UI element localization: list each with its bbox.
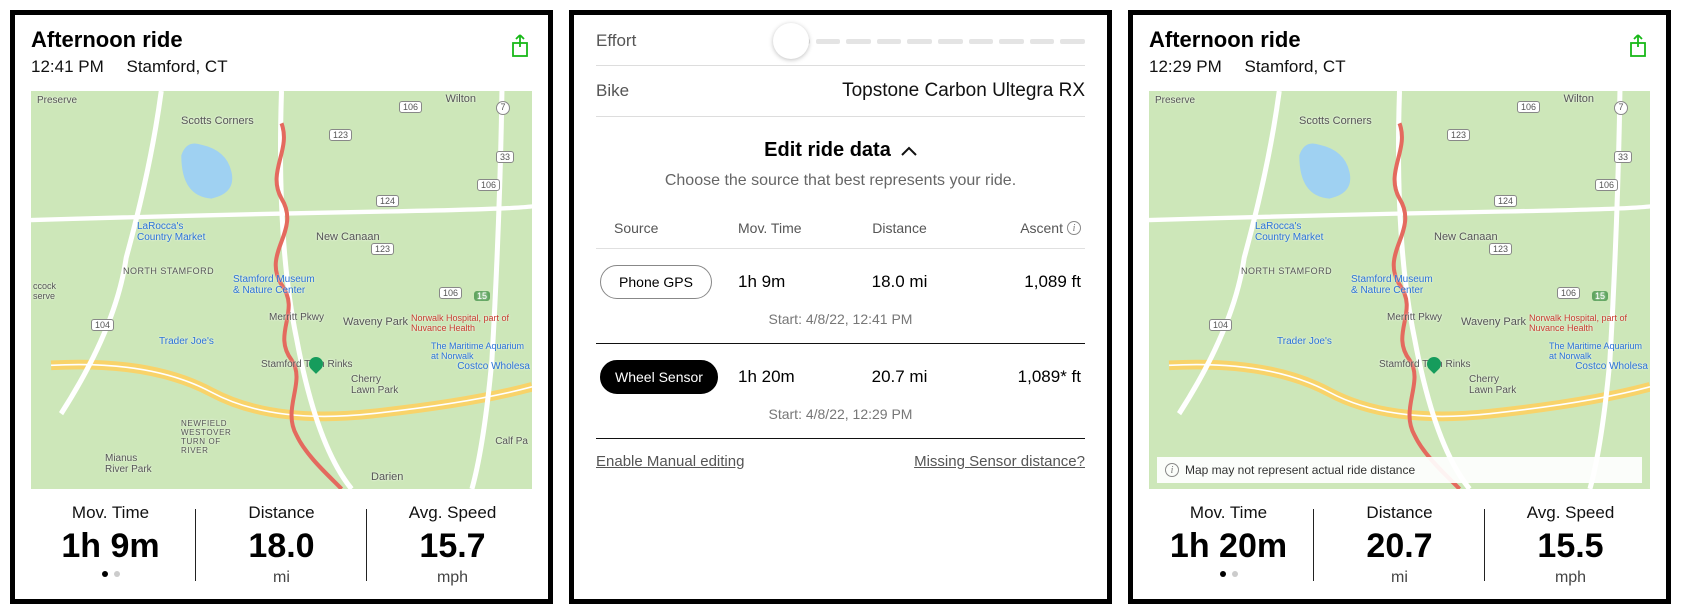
ascent-header: Ascent i	[971, 220, 1081, 236]
bike-row[interactable]: Bike Topstone Carbon Ultegra RX	[596, 66, 1085, 117]
ride-card-right: Afternoon ride 12:29 PM Stamford, CT Pre…	[1128, 10, 1671, 604]
bike-value: Topstone Carbon Ultegra RX	[842, 80, 1085, 102]
source-pill[interactable]: Phone GPS	[600, 265, 712, 299]
effort-label: Effort	[596, 31, 636, 51]
ride-time: 12:41 PM	[31, 57, 104, 76]
start-time: Start: 4/8/22, 12:41 PM	[600, 311, 1081, 327]
slider-thumb[interactable]	[773, 23, 809, 59]
stat-distance: Distance 20.7 mi	[1314, 503, 1485, 587]
start-time: Start: 4/8/22, 12:29 PM	[600, 406, 1081, 422]
ride-map[interactable]: Preserve Wilton Scotts Corners New Canaa…	[31, 91, 532, 489]
stat-speed: Avg. Speed 15.5 mph	[1485, 503, 1656, 587]
ride-title: Afternoon ride	[1149, 27, 1650, 53]
edit-ride-toggle[interactable]: Edit ride data	[596, 117, 1085, 172]
enable-manual-link[interactable]: Enable Manual editing	[596, 453, 744, 470]
effort-slider[interactable]	[785, 39, 1085, 44]
missing-sensor-link[interactable]: Missing Sensor distance?	[914, 453, 1085, 470]
ride-card-left: Afternoon ride 12:41 PM Stamford, CT Pre…	[10, 10, 553, 604]
pager-dots[interactable]	[25, 571, 196, 577]
edit-subtext: Choose the source that best represents y…	[596, 172, 1085, 190]
ride-subline: 12:29 PM Stamford, CT	[1149, 57, 1650, 77]
bike-label: Bike	[596, 81, 629, 101]
map-disclaimer: i Map may not represent actual ride dist…	[1157, 457, 1642, 483]
stat-moving-time: Mov. Time 1h 9m	[25, 503, 196, 587]
ride-title: Afternoon ride	[31, 27, 532, 53]
ride-header: Afternoon ride 12:41 PM Stamford, CT	[15, 15, 548, 85]
info-icon: i	[1165, 463, 1179, 477]
pager-dots[interactable]	[1143, 571, 1314, 577]
source-table-header: Source Mov. Time Distance Ascent i	[596, 208, 1085, 249]
ride-map[interactable]: Preserve Wilton Scotts Corners New Canaa…	[1149, 91, 1650, 489]
share-icon[interactable]	[1626, 33, 1650, 64]
share-icon[interactable]	[508, 33, 532, 64]
ride-time: 12:29 PM	[1149, 57, 1222, 76]
source-pill-selected[interactable]: Wheel Sensor	[600, 360, 718, 394]
source-row-phone-gps[interactable]: Phone GPS 1h 9m 18.0 mi 1,089 ft Start: …	[596, 249, 1085, 344]
ride-header: Afternoon ride 12:29 PM Stamford, CT	[1133, 15, 1666, 85]
chevron-up-icon	[901, 139, 917, 162]
effort-row: Effort	[596, 29, 1085, 66]
pin-icon	[1424, 354, 1444, 374]
ride-location: Stamford, CT	[1245, 57, 1346, 76]
stat-moving-time: Mov. Time 1h 20m	[1143, 503, 1314, 587]
source-row-wheel-sensor[interactable]: Wheel Sensor 1h 20m 20.7 mi 1,089* ft St…	[596, 344, 1085, 439]
ride-stats: Mov. Time 1h 20m Distance 20.7 mi Avg. S…	[1133, 489, 1666, 599]
ride-stats: Mov. Time 1h 9m Distance 18.0 mi Avg. Sp…	[15, 489, 548, 599]
pin-icon	[306, 354, 326, 374]
stat-distance: Distance 18.0 mi	[196, 503, 367, 587]
ride-subline: 12:41 PM Stamford, CT	[31, 57, 532, 77]
bottom-links: Enable Manual editing Missing Sensor dis…	[596, 439, 1085, 470]
ride-location: Stamford, CT	[127, 57, 228, 76]
info-icon[interactable]: i	[1067, 221, 1081, 235]
edit-panel: Effort Bike Topstone Carbon Ultegra RX E…	[569, 10, 1112, 604]
stat-speed: Avg. Speed 15.7 mph	[367, 503, 538, 587]
